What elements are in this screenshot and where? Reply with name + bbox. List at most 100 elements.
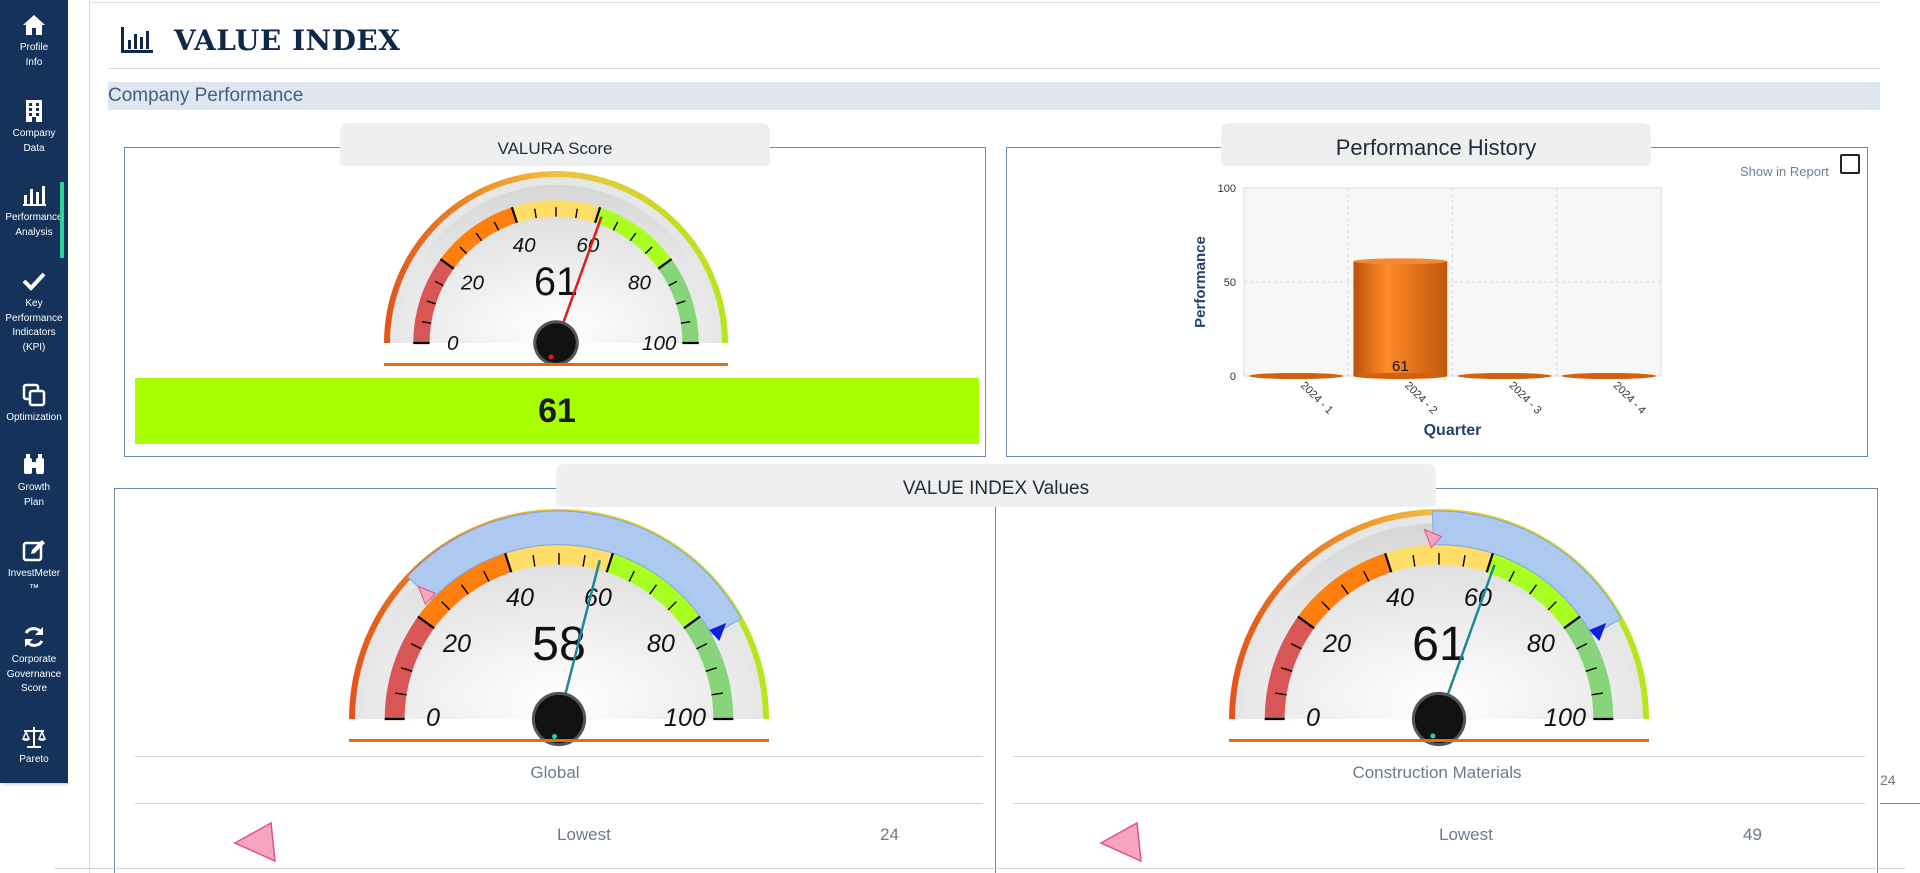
divider xyxy=(135,756,983,757)
bar-base xyxy=(1457,373,1552,379)
gauge-tick-label: 40 xyxy=(513,234,536,257)
global-lowest-row: Lowest 24 xyxy=(115,809,995,863)
history-tab-label: Performance History xyxy=(1335,135,1537,160)
industry-gauge: 02040 608010061 xyxy=(1229,509,1649,747)
performance-history-chart: 0 50 100 2024 - 1 61 2024 - 2 2024 - 3 2024 - 4… xyxy=(1192,183,1662,439)
scale-icon xyxy=(21,727,47,748)
sidebar-item-label: Key Performance Indicators (KPI) xyxy=(5,298,63,353)
main-content: VALUE INDEX Company Performance 0 20 40 60 8… xyxy=(90,0,1880,873)
gauge-tick-label: 80 xyxy=(628,271,651,294)
sidebar-item-kpi[interactable]: Key Performance Indicators (KPI) xyxy=(0,268,68,355)
tab-valura-score: VALURA Score xyxy=(340,123,770,166)
needle-cap xyxy=(536,323,576,363)
x-tick-label: 2024 - 1 xyxy=(1298,380,1335,417)
gauge-tick-label: 0 xyxy=(426,704,440,732)
bar-chart-icon xyxy=(23,186,46,206)
sidebar-item-label: Growth Plan xyxy=(17,482,51,508)
panel-divider xyxy=(995,507,996,873)
bar-top xyxy=(1353,258,1448,265)
sidebar-item-profile-info[interactable]: Profile Info xyxy=(0,12,68,70)
home-icon xyxy=(23,15,45,35)
building-icon xyxy=(26,100,42,122)
sidebar: Profile Info Company Data Performance An… xyxy=(0,0,68,783)
gauge-tick-label: 80 xyxy=(1527,630,1555,658)
valura-score-gauge: 02040 608010061 xyxy=(384,171,728,366)
bar-base xyxy=(1249,373,1344,379)
sidebar-item-pareto[interactable]: Pareto xyxy=(0,724,68,768)
gauge-tick-label: 40 xyxy=(1386,584,1414,612)
lowest-marker-icon xyxy=(1099,821,1142,863)
bottom-divider xyxy=(55,868,1905,869)
gauge-base xyxy=(384,363,728,366)
needle-tail xyxy=(551,734,557,740)
gauge-tick-label: 100 xyxy=(664,704,706,732)
data-label: 61 xyxy=(1392,358,1409,375)
sidebar-item-label: Pareto xyxy=(19,754,49,765)
gauge-tick-label: 0 xyxy=(1306,704,1320,732)
gauge-base xyxy=(349,739,769,742)
value-index-values-panel: 0 20 40 60 80 100 58 0 20 40 60 80 100 61 Global Low… xyxy=(114,488,1878,873)
sidebar-item-growth-plan[interactable]: Growth Plan xyxy=(0,452,68,510)
global-gauge: 02040 608010058 xyxy=(349,509,769,747)
lowest-value: 49 xyxy=(1743,825,1762,844)
tab-value-index-values: VALUE INDEX Values xyxy=(556,464,1436,507)
x-axis-label: Quarter xyxy=(1424,422,1482,439)
copy-icon xyxy=(22,383,46,407)
show-in-report-checkbox[interactable] xyxy=(1840,154,1860,174)
y-tick-label: 100 xyxy=(1218,183,1236,195)
needle-cap xyxy=(1414,694,1464,744)
y-tick-label: 50 xyxy=(1224,277,1236,289)
sidebar-item-company-data[interactable]: Company Data xyxy=(0,98,68,156)
industry-category-label: Construction Materials xyxy=(1352,763,1522,782)
sidebar-item-label: InvestMeter ™ xyxy=(7,568,61,594)
bar-base xyxy=(1561,373,1656,379)
tab-performance-history: Performance History xyxy=(1221,123,1651,166)
page-header: VALUE INDEX xyxy=(120,16,400,64)
sidebar-item-label: Corporate Governance Score xyxy=(6,654,62,694)
gauge-tick-label: 0 xyxy=(447,332,459,355)
edge-divider xyxy=(1880,803,1920,804)
gauge-tick-label: 100 xyxy=(642,332,677,355)
page-title: VALUE INDEX xyxy=(174,23,401,57)
sidebar-item-optimization[interactable]: Optimization xyxy=(0,382,68,426)
divider xyxy=(135,803,983,804)
sidebar-item-label: Optimization xyxy=(6,412,62,423)
edit-icon xyxy=(22,540,45,562)
sidebar-item-label: Profile Info xyxy=(19,42,49,68)
gauge-base xyxy=(1229,739,1649,742)
valura-score-bar: 61 xyxy=(135,378,979,444)
lowest-value: 24 xyxy=(880,825,899,844)
valura-score-value: 61 xyxy=(538,392,576,430)
bar-chart-icon xyxy=(121,27,153,53)
sidebar-item-label: Company Data xyxy=(12,128,56,154)
sidebar-item-label: Performance Analysis xyxy=(5,212,63,238)
valura-score-panel: 0 20 40 60 80 100 61 61 xyxy=(124,147,986,457)
gauge-tick-label: 80 xyxy=(647,630,675,658)
binoculars-icon xyxy=(24,454,44,474)
y-tick-label: 0 xyxy=(1230,371,1236,383)
lowest-label: Lowest xyxy=(1439,825,1493,844)
sidebar-item-corporate-governance[interactable]: Corporate Governance Score xyxy=(0,624,68,697)
sidebar-gutter xyxy=(68,0,90,873)
section-header: Company Performance xyxy=(108,82,1880,110)
sidebar-item-performance-analysis[interactable]: Performance Analysis xyxy=(0,182,68,258)
lowest-marker-icon xyxy=(233,821,276,863)
sidebar-item-investmeter[interactable]: InvestMeter ™ xyxy=(0,538,68,596)
gauge-tick-label: 20 xyxy=(442,630,471,658)
needle-cap xyxy=(534,694,584,744)
x-tick-label: 2024 - 4 xyxy=(1611,380,1648,417)
refresh-icon xyxy=(24,627,44,647)
lowest-label: Lowest xyxy=(557,825,611,844)
global-category-label: Global xyxy=(530,763,580,782)
gauge-tick-label: 100 xyxy=(1544,704,1586,732)
gauge-tick-label: 40 xyxy=(506,584,534,612)
title-divider xyxy=(108,68,1880,69)
performance-history-panel: 0 50 100 2024 - 1 61 2024 - 2 2024 - 3 2024 - 4… xyxy=(1006,147,1868,457)
valura-tab-label: VALURA Score xyxy=(497,139,613,158)
needle-tail xyxy=(1430,733,1436,739)
edge-value: 24 xyxy=(1880,772,1896,788)
needle-tail xyxy=(548,354,554,360)
x-tick-label: 2024 - 2 xyxy=(1402,380,1439,417)
show-in-report-label[interactable]: Show in Report xyxy=(1740,164,1829,179)
gauge-tick-label: 20 xyxy=(460,271,484,294)
